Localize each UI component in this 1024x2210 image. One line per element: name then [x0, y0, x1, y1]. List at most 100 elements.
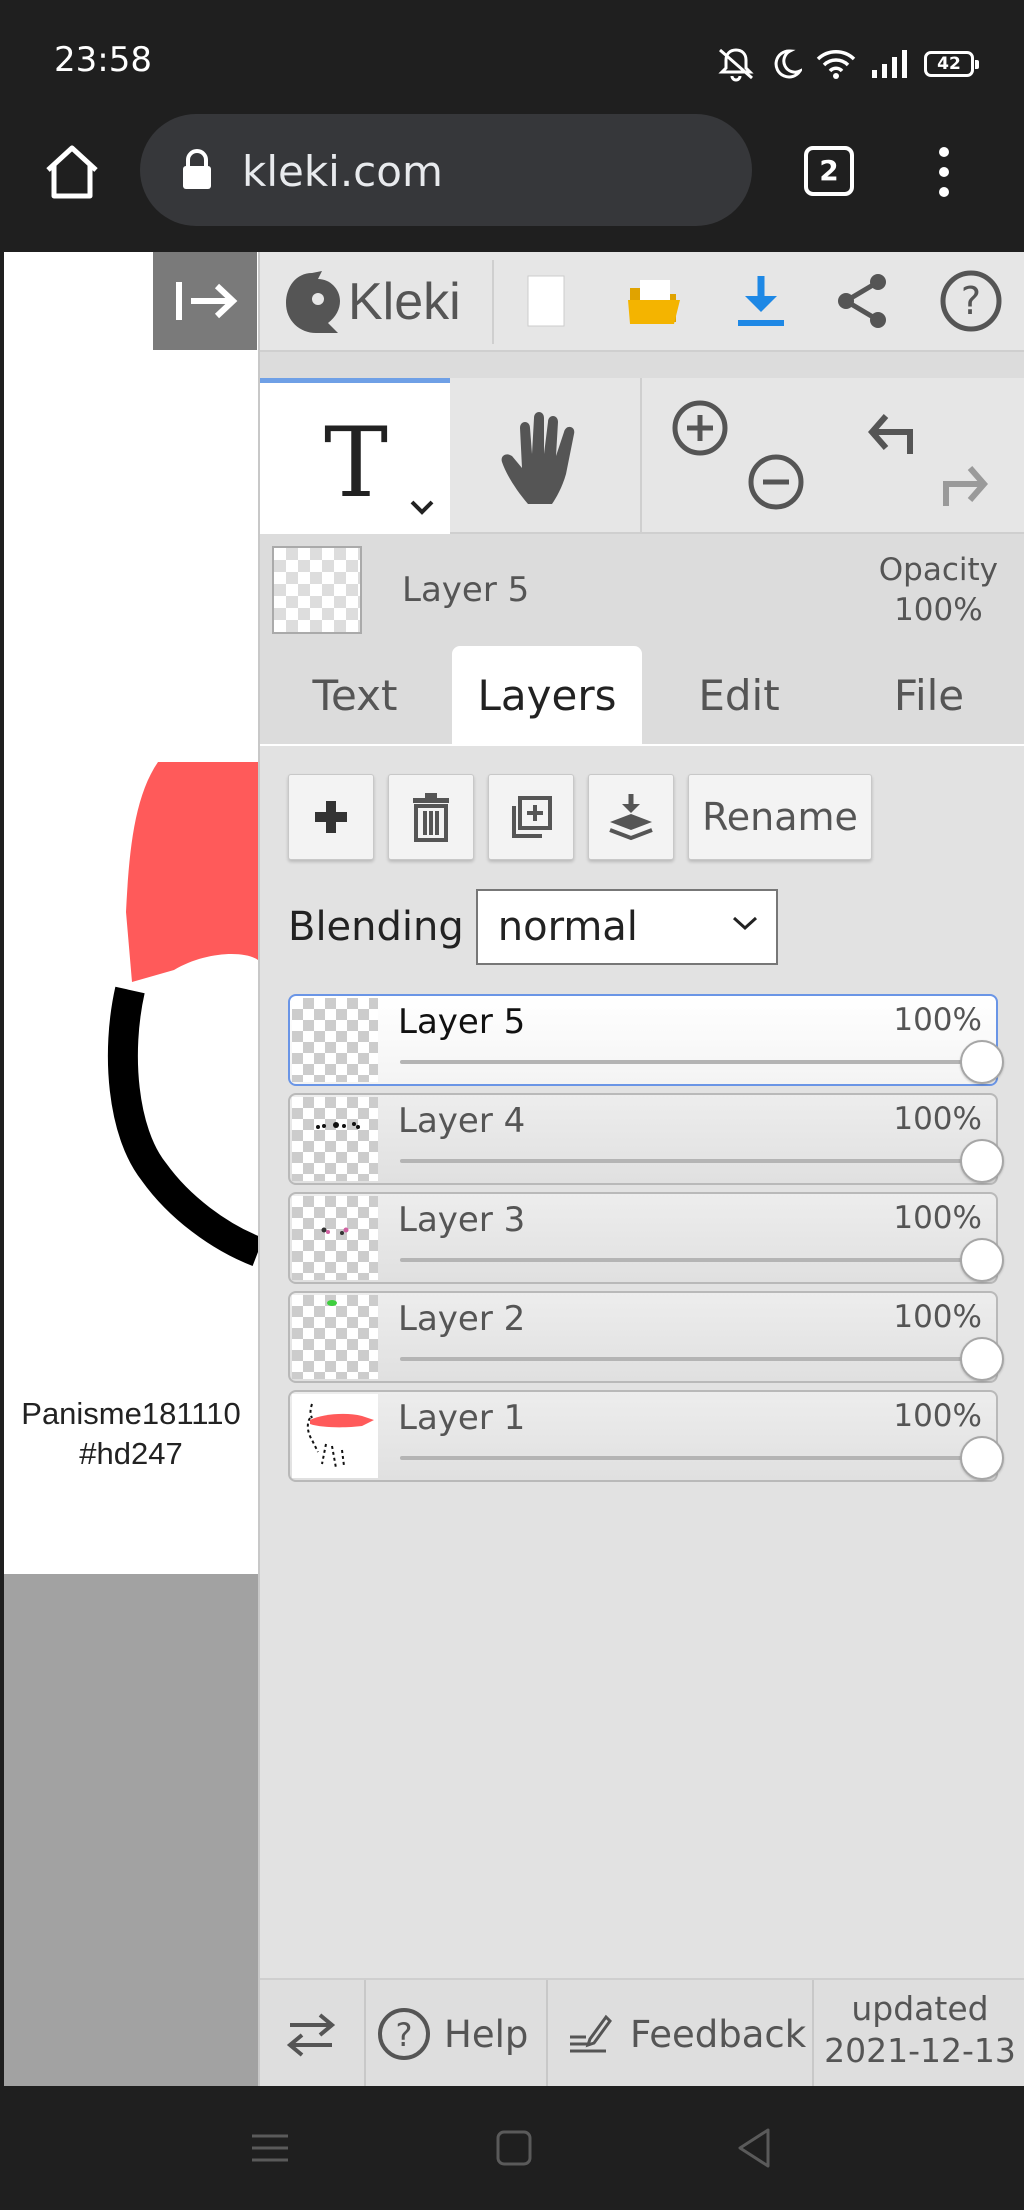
current-layer-name: Layer 5 — [402, 570, 530, 610]
add-layer-button[interactable] — [288, 774, 374, 860]
layer-name: Layer 1 — [398, 1398, 526, 1438]
back-triangle-icon[interactable] — [734, 2126, 774, 2170]
layer-name: Layer 4 — [398, 1101, 526, 1141]
tab-file[interactable]: File — [834, 646, 1024, 746]
layer-thumbnail — [292, 998, 378, 1082]
svg-text:?: ? — [961, 279, 981, 323]
merge-layers-icon — [609, 794, 653, 841]
swap-arrows-icon — [286, 2013, 336, 2057]
layer-opacity: 100% — [893, 1299, 982, 1335]
layer-4-preview — [316, 1122, 360, 1129]
text-tool-button[interactable]: T — [260, 378, 450, 534]
layer-item-5[interactable]: Layer 5 100% — [288, 994, 1004, 1086]
undo-icon[interactable] — [860, 402, 920, 462]
kleki-panel: Kleki ? T Layer 5 Opacity 100% Text Laye… — [258, 252, 1024, 2088]
home-square-icon[interactable] — [494, 2128, 534, 2168]
layer-name: Layer 2 — [398, 1299, 526, 1339]
url-text: kleki.com — [242, 147, 443, 196]
slider-handle[interactable] — [960, 1337, 1004, 1381]
status-icons: 42 — [714, 44, 979, 84]
layer-opacity: 100% — [893, 1101, 982, 1137]
layer-name: Layer 3 — [398, 1200, 526, 1240]
layer-opacity-slider[interactable] — [400, 1436, 1004, 1480]
merge-down-button[interactable] — [588, 774, 674, 860]
delete-layer-button[interactable] — [388, 774, 474, 860]
layer-thumbnail — [292, 1295, 378, 1379]
svg-text:?: ? — [396, 2016, 413, 2054]
slider-handle[interactable] — [960, 1436, 1004, 1480]
download-icon[interactable] — [728, 268, 794, 334]
blending-select[interactable]: normal — [475, 889, 778, 965]
plus-icon — [315, 801, 347, 833]
tab-layers[interactable]: Layers — [452, 646, 642, 746]
address-bar[interactable]: kleki.com — [140, 114, 752, 226]
duplicate-icon — [512, 796, 552, 838]
wifi-icon — [816, 50, 856, 79]
layer-opacity-slider[interactable] — [400, 1238, 1004, 1282]
layers-tab-content: Rename Blending normal Layer 5 100% Laye… — [260, 746, 1024, 1978]
zoom-out-icon[interactable] — [746, 452, 806, 512]
layer-opacity: 100% — [893, 1200, 982, 1236]
layer-name: Layer 5 — [398, 1002, 526, 1042]
layer-thumbnail — [292, 1097, 378, 1181]
mute-bell-icon — [718, 48, 754, 82]
feedback-button[interactable]: Feedback — [566, 1980, 806, 2088]
lock-icon — [183, 149, 211, 189]
layer-opacity-slider[interactable] — [400, 1337, 1004, 1381]
layer-3-preview — [321, 1227, 349, 1235]
signal-icon — [872, 50, 907, 78]
canvas-surface[interactable]: Panisme181110 #hd247 — [4, 252, 258, 1574]
duplicate-layer-button[interactable] — [488, 774, 574, 860]
drawing-canvas[interactable]: Panisme181110 #hd247 — [4, 252, 258, 2086]
collapse-panel-button[interactable] — [153, 252, 257, 350]
trash-icon — [413, 793, 449, 842]
slider-handle[interactable] — [960, 1040, 1004, 1084]
tab-switcher-button[interactable]: 2 — [804, 146, 854, 196]
home-icon[interactable] — [40, 140, 104, 204]
help-circle-icon: ? — [378, 2008, 430, 2060]
slider-handle[interactable] — [960, 1238, 1004, 1282]
more-menu-icon[interactable] — [924, 144, 964, 200]
slider-handle[interactable] — [960, 1139, 1004, 1183]
updated-info: updated 2021-12-13 — [824, 1989, 1016, 2070]
layer-opacity-slider[interactable] — [400, 1040, 1004, 1084]
top-toolbar: Kleki ? — [260, 252, 1024, 352]
recents-menu-icon[interactable] — [250, 2128, 290, 2168]
tool-row: T — [260, 378, 1024, 534]
blending-label: Blending — [288, 904, 464, 950]
panel-tabs: Text Layers Edit File — [260, 646, 1024, 746]
rename-layer-button[interactable]: Rename — [688, 774, 872, 860]
tab-text[interactable]: Text — [260, 646, 450, 746]
layer-opacity-slider[interactable] — [400, 1139, 1004, 1183]
kleki-logo-text: Kleki — [348, 273, 461, 331]
help-circle-icon[interactable]: ? — [938, 268, 1004, 334]
kleki-logo[interactable]: Kleki — [282, 264, 461, 340]
layer-thumbnail — [292, 1196, 378, 1280]
current-layer-header: Layer 5 Opacity 100% — [260, 534, 1024, 646]
help-label: Help — [444, 2012, 529, 2056]
redo-icon[interactable] — [936, 454, 996, 514]
layer-item-4[interactable]: Layer 4 100% — [288, 1093, 1004, 1185]
open-folder-icon[interactable] — [622, 268, 688, 334]
feedback-label: Feedback — [630, 2012, 807, 2056]
browser-toolbar: kleki.com 2 — [0, 100, 1024, 250]
system-navigation-bar — [0, 2086, 1024, 2210]
new-image-icon[interactable] — [512, 268, 578, 334]
layer-1-preview — [306, 1403, 374, 1469]
tab-edit[interactable]: Edit — [644, 646, 834, 746]
canvas-watermark: Panisme181110 #hd247 — [21, 1396, 241, 1471]
help-button[interactable]: ? Help — [376, 1980, 528, 2088]
hand-icon — [501, 412, 575, 504]
zoom-in-icon[interactable] — [670, 398, 730, 458]
current-layer-thumbnail[interactable] — [272, 546, 362, 634]
swap-panel-button[interactable] — [284, 1980, 338, 2088]
text-tool-icon: T — [324, 407, 389, 519]
layer-item-3[interactable]: Layer 3 100% — [288, 1192, 1004, 1284]
hand-tool-button[interactable] — [450, 378, 640, 534]
canvas-drawing — [107, 762, 258, 1266]
layer-item-1[interactable]: Layer 1 100% — [288, 1390, 1004, 1482]
blending-value: normal — [497, 904, 638, 950]
layer-item-2[interactable]: Layer 2 100% — [288, 1291, 1004, 1383]
chevron-down-icon[interactable] — [408, 497, 436, 517]
share-icon[interactable] — [830, 268, 896, 334]
